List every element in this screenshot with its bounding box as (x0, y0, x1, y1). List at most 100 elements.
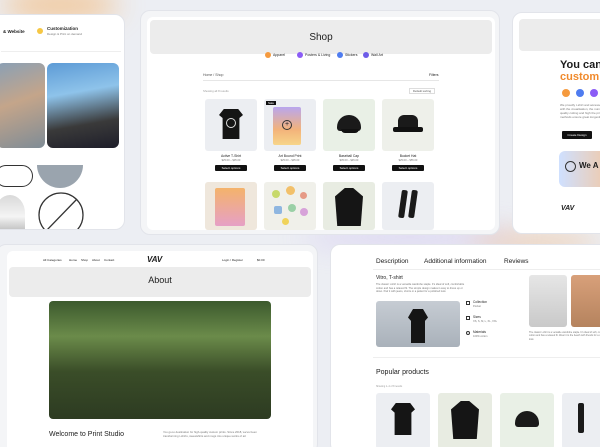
sock-left (398, 189, 408, 219)
promo-banner-text: We A (579, 161, 599, 170)
nav-about[interactable]: About (92, 258, 100, 262)
nav-home[interactable]: Home (69, 258, 77, 262)
print-logo-icon (226, 118, 236, 128)
product-title: Vitro, T-shirt (376, 275, 403, 281)
select-options-button[interactable]: Select options (333, 165, 365, 171)
about-title: About (148, 275, 172, 285)
street-style-photo (0, 63, 45, 148)
product-image-tshirt[interactable] (205, 99, 257, 151)
product-image-sketchbook[interactable] (205, 182, 257, 230)
product-image-cap[interactable] (323, 99, 375, 151)
toolbar-divider (203, 80, 439, 81)
wall-art-icon (363, 52, 369, 58)
category-label: Posters & Living (305, 53, 331, 57)
features-card: & Website Customization Design & Print o… (0, 14, 125, 230)
select-options-button[interactable]: Select options (392, 165, 424, 171)
product-name[interactable]: Active T-Shirt (205, 154, 257, 158)
spec-label: Sizes (473, 315, 481, 319)
select-options-button[interactable]: Select options (215, 165, 247, 171)
sale-badge: Sale (266, 101, 277, 105)
posters-icon (297, 52, 303, 58)
popular-product-socks[interactable] (562, 393, 600, 447)
nav-contact[interactable]: Contact (104, 258, 114, 262)
hero-description: We proudly t-shirt and accessories with … (560, 103, 600, 119)
sock-right (408, 189, 418, 219)
side-photo-2 (571, 275, 600, 327)
stickers-icon (337, 52, 343, 58)
site-logo[interactable]: VAV (147, 255, 162, 264)
product-description: The classic t-shirt is a versatile wardr… (376, 283, 465, 294)
tabs-divider (373, 269, 600, 270)
product-name[interactable]: Art Bound Print (264, 154, 316, 158)
customization-title: Customization (47, 26, 78, 31)
spec-label: Collection (473, 300, 487, 304)
shop-page: Shop Apparel Posters & Living Stickers W… (147, 17, 495, 230)
side-description: The classic t-shirt is a versatile wardr… (529, 331, 600, 341)
popular-product-cap[interactable] (500, 393, 554, 447)
friends-photo (47, 63, 119, 148)
hero-card: You can c custom d We proudly t-shirt an… (512, 12, 600, 234)
product-price: $35.00 – $45.00 (339, 159, 359, 162)
product-image-art-print[interactable]: Sale + (264, 99, 316, 151)
hoodie-graphic (451, 401, 479, 439)
product-name[interactable]: Baseball Cap (323, 154, 375, 158)
create-design-button[interactable]: Create Design (562, 131, 592, 139)
blue-badge-icon (576, 89, 584, 97)
popular-product-hoodie[interactable] (438, 393, 492, 447)
cart-total[interactable]: $0.00 (257, 258, 265, 262)
pill-shape (0, 165, 33, 187)
login-register-link[interactable]: Login / Register (222, 258, 243, 262)
spec-label: Materials (473, 330, 486, 334)
side-photo-1 (529, 275, 567, 327)
spec-value: 100% cotton (473, 335, 488, 338)
product-image-bucket-hat[interactable] (382, 99, 434, 151)
nav-all-categories[interactable]: All Categories (43, 258, 62, 262)
bucket-hat-brim (393, 127, 423, 132)
product-image-socks[interactable] (382, 182, 434, 230)
sticker-4 (274, 206, 282, 214)
breadcrumb[interactable]: Home / Shop (203, 73, 223, 77)
cap-graphic (515, 411, 539, 427)
sock-graphic (578, 403, 584, 433)
select-options-button[interactable]: Select options (274, 165, 306, 171)
purple-badge-icon (590, 89, 598, 97)
team-forest-photo (49, 301, 271, 419)
half-circle-shape (37, 165, 83, 188)
category-label: Stickers (345, 53, 358, 57)
sort-select[interactable]: Default sorting (409, 88, 436, 94)
smile-icon (565, 161, 576, 172)
product-name[interactable]: Bucket Hat (382, 154, 434, 158)
sticker-2 (286, 186, 295, 195)
tab-description[interactable]: Description (376, 258, 409, 265)
category-label: Apparel (273, 53, 286, 57)
sticker-5 (288, 204, 296, 212)
product-image-hoodie[interactable] (323, 182, 375, 230)
filters-button[interactable]: Filters (429, 73, 439, 77)
sticker-3 (300, 192, 307, 199)
tab-additional-information[interactable]: Additional information (424, 258, 487, 265)
category-label: Wall Art (371, 53, 383, 57)
apparel-icon (265, 52, 271, 58)
results-count: Showing all 8 results (203, 89, 229, 93)
sticker-6 (300, 208, 308, 216)
nav-shop[interactable]: Shop (81, 258, 88, 262)
product-image-stickers[interactable] (264, 182, 316, 230)
product-price: $25.00 – $35.00 (280, 159, 300, 162)
tab-reviews[interactable]: Reviews (504, 258, 529, 265)
customization-icon (37, 28, 43, 34)
hero-heading-line1: You can c (560, 59, 600, 71)
slash-circle-shape (38, 192, 84, 229)
plus-circle-icon: + (282, 120, 292, 130)
model-white-tee-photo (0, 195, 25, 229)
tshirt-graphic (391, 403, 415, 435)
divider (1, 51, 121, 52)
product-model-photo (376, 301, 460, 347)
hoodie-graphic (335, 188, 363, 226)
footer-logo: VAV (561, 205, 575, 212)
popular-product-tshirt[interactable] (376, 393, 430, 447)
spec-value: XS, S, M, L, XL, XXL (473, 320, 498, 323)
feature-website-label: & Website (3, 29, 25, 34)
model-black-tee (408, 309, 428, 343)
welcome-body: You go-to destination for high-quality c… (163, 431, 257, 438)
spec-value: Pocket (473, 305, 481, 308)
